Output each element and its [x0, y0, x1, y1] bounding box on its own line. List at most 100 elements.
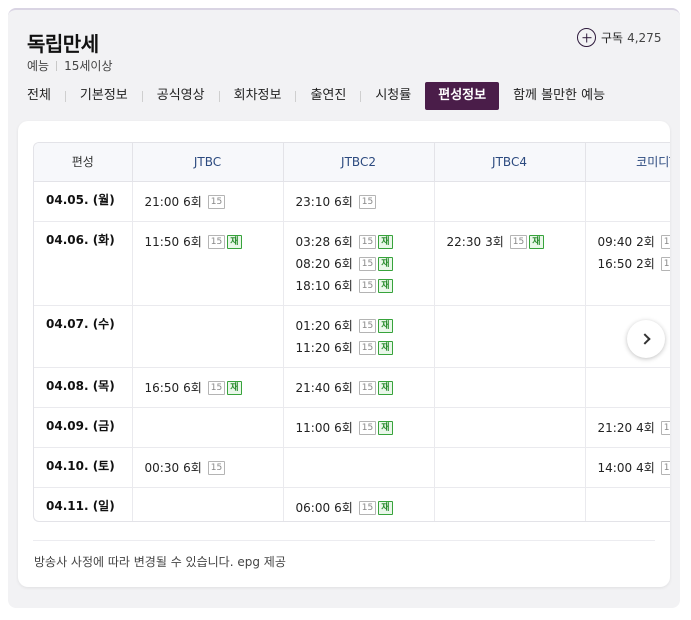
air-time: 14:00 [597, 460, 633, 475]
age-rating-badge: 15 [660, 234, 670, 249]
subscriber-count: 4,275 [627, 30, 662, 45]
schedule-date: 04.11. (일) [34, 487, 133, 521]
schedule-cell: 01:20 6회 15 재 11:20 6회 15 재 [283, 305, 435, 368]
age-rating-badge: 15 [358, 256, 377, 271]
air-time: 08:20 [295, 256, 331, 271]
schedule-cell [132, 305, 284, 368]
air-time: 16:50 [144, 380, 180, 395]
schedule-cell [132, 407, 284, 448]
broadcast-slot[interactable]: 18:10 6회 15 재 [296, 275, 434, 297]
age-rating-badge: 15 [509, 234, 528, 249]
broadcast-slot[interactable]: 09:402회 15 [598, 231, 670, 253]
age-rating-badge: 15 [358, 500, 377, 515]
episode-number: 2회 [636, 235, 655, 249]
schedule-date: 04.08. (목) [34, 367, 133, 408]
broadcast-slot[interactable]: 21:40 6회 15 재 [296, 377, 434, 399]
air-time: 00:30 [144, 460, 180, 475]
air-time: 18:10 [295, 278, 331, 293]
rerun-badge: 재 [529, 234, 544, 249]
episode-number: 6회 [334, 235, 353, 249]
tab-1[interactable]: 기본정보 [80, 82, 128, 110]
program-meta: 예능 15세이상 [27, 57, 112, 74]
schedule-cell: 23:10 6회 15 [283, 181, 435, 222]
episode-number: 3회 [485, 235, 504, 249]
tab-bar: 전체 기본정보 공식영상 회차정보 출연진 시청률 편성정보 함께 볼만한 예능 [27, 82, 605, 110]
broadcast-slot[interactable]: 11:50 6회 15 재 [145, 231, 283, 253]
rerun-badge: 재 [227, 380, 242, 395]
subscribe-label: 구독 [601, 31, 624, 45]
tab-5[interactable]: 시청률 [375, 82, 411, 110]
schedule-row: 04.07. (수) 01:20 6회 15 재 11:20 6회 15 재 [34, 305, 670, 368]
schedule-body: 04.05. (월) 21:00 6회 15 23:10 6회 15 04.06. (화) 11… [34, 181, 670, 522]
broadcast-slot[interactable]: 22:30 3회 15 재 [447, 231, 585, 253]
episode-number: 6회 [183, 461, 202, 475]
rerun-badge: 재 [378, 380, 393, 395]
tab-4[interactable]: 출연진 [310, 82, 346, 110]
tab-3[interactable]: 회차정보 [234, 82, 282, 110]
schedule-cell: 22:30 3회 15 재 [434, 221, 586, 306]
air-time: 03:28 [295, 234, 331, 249]
broadcast-slot[interactable]: 16:50 6회 15 재 [145, 377, 283, 399]
age-rating-badge: 15 [660, 420, 670, 435]
schedule-card: 편성 JTBCJTBC2JTBC4코미디TV 04.05. (월) 21:006회… [18, 121, 670, 587]
broadcast-slot[interactable]: 11:00 6회 15 재 [296, 417, 434, 439]
rerun-badge: 재 [378, 500, 393, 515]
broadcast-slot[interactable]: 21:204회 15 [598, 417, 670, 439]
rerun-badge: 재 [378, 234, 393, 249]
broadcast-slot[interactable]: 00:30 6회 15 [145, 457, 283, 479]
broadcast-slot[interactable]: 08:20 6회 15 재 [296, 253, 434, 275]
broadcast-slot[interactable]: 17:002회15 [296, 519, 434, 522]
broadcast-slot[interactable]: 16:502회 15 [598, 253, 670, 275]
air-time: 23:10 [295, 194, 331, 209]
episode-number: 6회 [334, 501, 353, 515]
subscribe-button[interactable]: 구독 4,275 [577, 28, 661, 47]
episode-number: 6회 [334, 381, 353, 395]
schedule-cell: 09:402회 15 16:502회 15 [585, 221, 670, 306]
episode-number: 2회 [334, 521, 353, 522]
rerun-badge: 재 [378, 318, 393, 333]
episode-number: 4회 [636, 421, 655, 435]
broadcast-slot[interactable]: 21:00 6회 15 [145, 191, 283, 213]
tab-divider [218, 90, 220, 102]
air-time: 21:40 [295, 380, 331, 395]
broadcast-slot[interactable]: 06:00 6회 15 재 [296, 497, 434, 519]
broadcast-slot[interactable]: 01:20 6회 15 재 [296, 315, 434, 337]
schedule-cell [434, 407, 586, 448]
tab-2[interactable]: 공식영상 [157, 82, 205, 110]
schedule-row: 04.10. (토) 00:306회 15 14:004회 15 [34, 447, 670, 488]
tab-6[interactable]: 편성정보 [425, 82, 500, 110]
schedule-date: 04.09. (금) [34, 407, 133, 448]
age-rating-badge: 15 [660, 256, 670, 271]
broadcast-slot[interactable]: 03:28 6회 15 재 [296, 231, 434, 253]
footer-divider [33, 540, 655, 541]
tab-divider [141, 90, 143, 102]
tab-0[interactable]: 전체 [27, 82, 51, 110]
tab-divider [64, 90, 66, 102]
age-rating-badge: 15 [358, 318, 377, 333]
schedule-date: 04.06. (화) [34, 221, 133, 306]
tab-7[interactable]: 함께 볼만한 예능 [513, 82, 605, 110]
schedule-row: 04.08. (목) 16:50 6회 15 재 21:40 6회 15 재 [34, 367, 670, 408]
broadcast-slot[interactable]: 11:20 6회 15 재 [296, 337, 434, 359]
schedule-row: 04.06. (화) 11:50 6회 15 재 03:28 6회 15 재 08:20 6회 15 재… [34, 221, 670, 306]
episode-number: 4회 [636, 461, 655, 475]
schedule-cell [585, 487, 670, 521]
next-page-button[interactable] [627, 320, 665, 358]
schedule-header-row: 편성 JTBCJTBC2JTBC4코미디TV [34, 143, 670, 182]
plus-circle-icon [577, 28, 596, 47]
schedule-table-wrap[interactable]: 편성 JTBCJTBC2JTBC4코미디TV 04.05. (월) 21:006회… [33, 142, 670, 522]
schedule-table: 편성 JTBCJTBC2JTBC4코미디TV 04.05. (월) 21:006회… [34, 143, 670, 522]
age-rating-badge: 15 [207, 380, 226, 395]
program-rating: 15세이상 [64, 59, 113, 73]
broadcast-slot[interactable]: 23:10 6회 15 [296, 191, 434, 213]
program-title: 독립만세 [27, 32, 99, 56]
episode-number: 6회 [334, 421, 353, 435]
schedule-notice: 방송사 사정에 따라 변경될 수 있습니다. epg 제공 [34, 555, 286, 569]
broadcast-slot[interactable]: 14:004회 15 [597, 457, 670, 479]
schedule-cell [434, 447, 586, 488]
age-rating-badge: 15 [358, 194, 377, 209]
air-time: 06:00 [295, 500, 331, 515]
schedule-cell: 21:40 6회 15 재 [283, 367, 435, 408]
schedule-date: 04.05. (월) [34, 181, 133, 222]
air-time: 11:50 [144, 234, 180, 249]
